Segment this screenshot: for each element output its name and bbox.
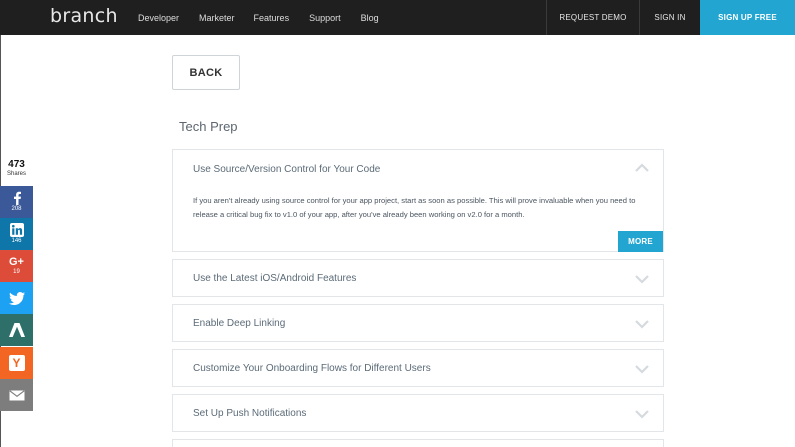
linkedin-share-count: 146: [11, 238, 22, 244]
nav-blog[interactable]: Blog: [361, 13, 379, 23]
accordion-item-deep-linking[interactable]: Enable Deep Linking: [172, 304, 664, 342]
linkedin-icon: [9, 223, 24, 237]
sign-in-button[interactable]: SIGN IN: [639, 0, 700, 35]
facebook-share-count: 208: [11, 206, 22, 212]
nav-marketer[interactable]: Marketer: [199, 13, 235, 23]
accordion-item-push-notifications[interactable]: Set Up Push Notifications: [172, 394, 664, 432]
sign-up-button[interactable]: SIGN UP FREE: [700, 0, 795, 35]
y-combinator-icon: Y: [8, 355, 25, 371]
section-title: Tech Prep: [179, 119, 238, 134]
request-demo-button[interactable]: REQUEST DEMO: [546, 0, 639, 35]
chevron-down-icon[interactable]: [635, 365, 649, 374]
google-plus-share-button[interactable]: G+ 19: [0, 250, 33, 282]
more-button[interactable]: MORE: [618, 231, 663, 252]
hacker-news-share-button[interactable]: Y: [0, 347, 33, 379]
email-share-button[interactable]: [0, 379, 33, 411]
accordion-title[interactable]: Set Up Push Notifications: [193, 408, 306, 419]
accordion-item-onboarding-flows[interactable]: Customize Your Onboarding Flows for Diff…: [172, 349, 664, 387]
email-icon: [8, 389, 25, 400]
nav-developer[interactable]: Developer: [138, 13, 179, 23]
nav-features[interactable]: Features: [254, 13, 290, 23]
facebook-share-button[interactable]: 208: [0, 186, 33, 218]
linkedin-share-button[interactable]: 146: [0, 218, 33, 250]
share-total: 473: [8, 159, 25, 170]
chevron-down-icon[interactable]: [635, 320, 649, 329]
accordion-body: If you aren't already using source contr…: [193, 196, 636, 219]
chevron-down-icon[interactable]: [635, 410, 649, 419]
chevron-up-icon[interactable]: [635, 163, 649, 172]
account-nav: REQUEST DEMO SIGN IN SIGN UP FREE: [546, 0, 795, 35]
accordion-item-next[interactable]: [172, 439, 664, 447]
accordion-title[interactable]: Use the Latest iOS/Android Features: [193, 273, 356, 284]
google-plus-share-count: 19: [13, 269, 20, 275]
angel-icon: [8, 323, 25, 337]
nav-support[interactable]: Support: [309, 13, 341, 23]
accordion-item-source-control[interactable]: Use Source/Version Control for Your Code…: [172, 149, 664, 252]
back-button[interactable]: BACK: [172, 55, 240, 90]
branch-logo[interactable]: branch: [50, 5, 118, 27]
top-navigation-bar: branch Developer Marketer Features Suppo…: [0, 0, 795, 35]
facebook-icon: [13, 191, 21, 205]
twitter-icon: [8, 291, 25, 305]
angellist-share-button[interactable]: [0, 314, 33, 346]
accordion-item-latest-features[interactable]: Use the Latest iOS/Android Features: [172, 259, 664, 297]
twitter-share-button[interactable]: [0, 282, 33, 314]
main-nav: Developer Marketer Features Support Blog: [138, 0, 399, 35]
accordion-title[interactable]: Customize Your Onboarding Flows for Diff…: [193, 363, 431, 374]
chevron-down-icon[interactable]: [635, 275, 649, 284]
share-count: 473 Shares: [0, 159, 33, 177]
share-label: Shares: [6, 171, 26, 177]
accordion-title[interactable]: Enable Deep Linking: [193, 318, 285, 329]
google-plus-icon: G+: [9, 256, 24, 268]
accordion-title[interactable]: Use Source/Version Control for Your Code: [193, 164, 380, 175]
